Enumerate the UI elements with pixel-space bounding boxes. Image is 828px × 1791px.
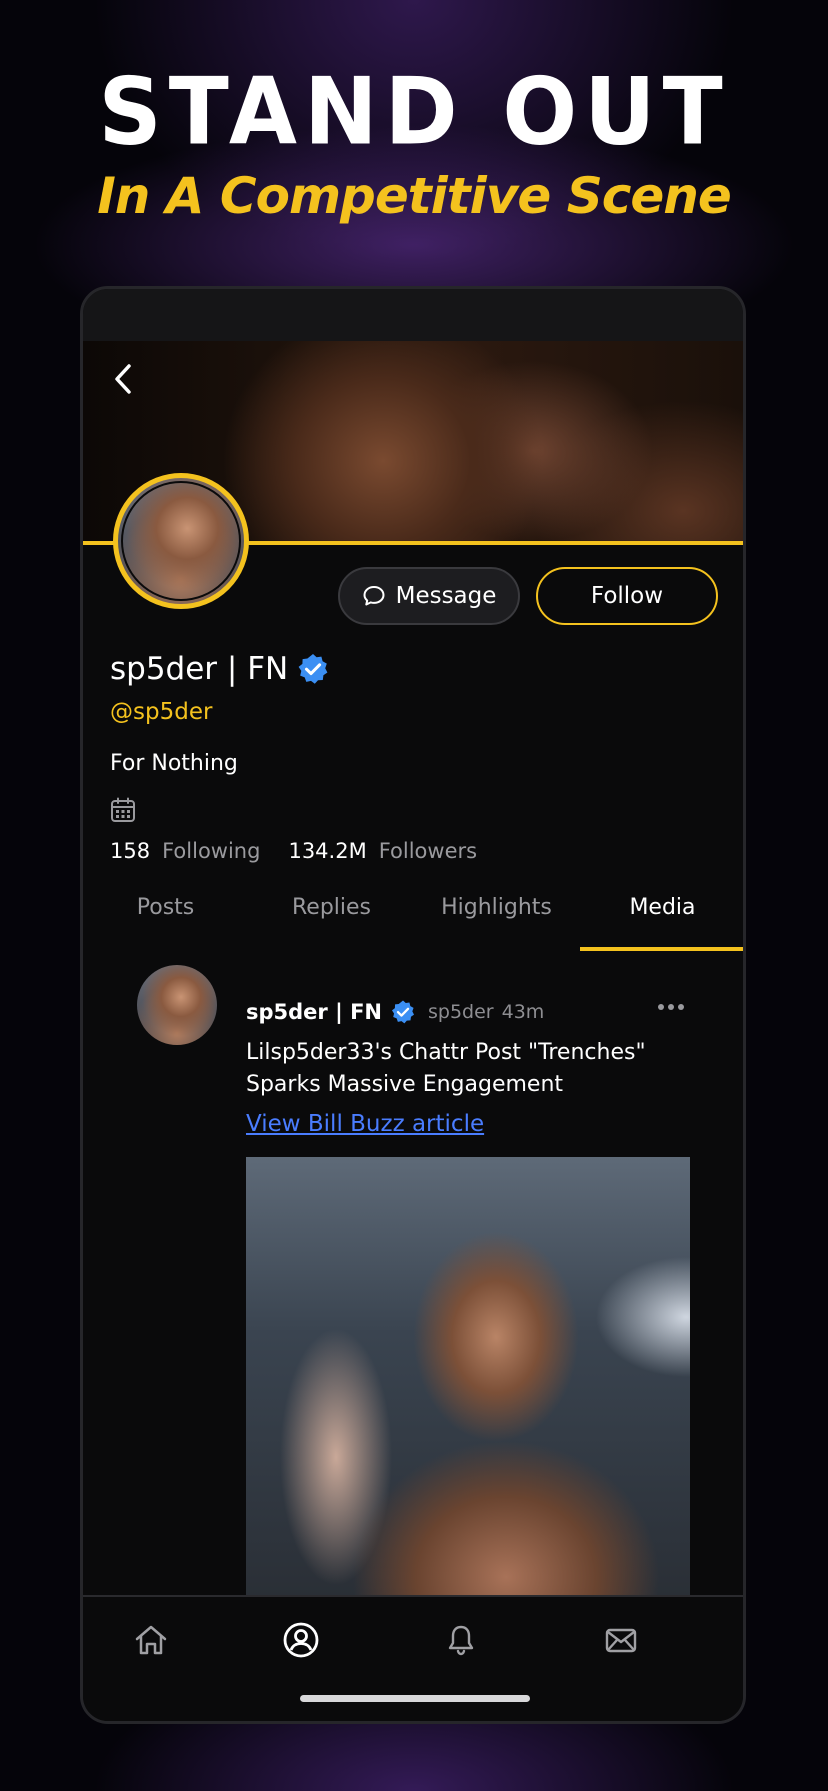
promo-subheadline: In A Competitive Scene — [97, 167, 732, 225]
nav-profile[interactable] — [276, 1615, 326, 1665]
message-button-label: Message — [395, 583, 497, 609]
profile-avatar[interactable] — [113, 473, 249, 609]
verified-badge-icon — [391, 1000, 415, 1024]
following-label: Following — [162, 839, 261, 863]
profile-bio: For Nothing — [110, 751, 238, 776]
post-author-avatar[interactable] — [137, 965, 217, 1045]
profile-display-name: sp5der | FN — [110, 651, 289, 687]
following-stat[interactable]: 158 Following — [110, 839, 260, 863]
tab-posts[interactable]: Posts — [83, 887, 248, 937]
active-tab-indicator — [580, 947, 743, 951]
nav-messages[interactable] — [596, 1615, 646, 1665]
tab-highlights[interactable]: Highlights — [414, 887, 579, 937]
post-text: Lilsp5der33's Chattr Post "Trenches" Spa… — [246, 1040, 646, 1097]
mail-icon — [605, 1628, 637, 1653]
bell-icon — [448, 1625, 474, 1656]
profile-icon — [283, 1622, 319, 1658]
followers-stat[interactable]: 134.2M Followers — [288, 839, 477, 863]
post-timestamp: 43m — [501, 1001, 545, 1023]
profile-handle: @sp5der — [110, 699, 213, 725]
chat-bubble-icon — [363, 586, 385, 606]
calendar-icon — [111, 797, 135, 822]
promo-headline: STAND OUT — [98, 57, 730, 166]
followers-count: 134.2M — [288, 839, 367, 863]
home-indicator[interactable] — [300, 1695, 530, 1702]
post-header: sp5der | FN sp5der 43m — [246, 999, 544, 1025]
nav-notifications[interactable] — [436, 1615, 486, 1665]
tab-media[interactable]: Media — [580, 887, 743, 937]
followers-label: Followers — [378, 839, 478, 863]
following-count: 158 — [110, 839, 151, 863]
tab-replies[interactable]: Replies — [249, 887, 414, 937]
message-button[interactable]: Message — [338, 567, 520, 625]
nav-home[interactable] — [126, 1615, 176, 1665]
profile-tabs: Posts Replies Highlights Media — [83, 869, 743, 951]
post-media-image[interactable] — [246, 1157, 690, 1597]
chevron-left-icon — [115, 364, 131, 394]
more-options-icon[interactable] — [651, 995, 691, 1019]
verified-badge-icon — [298, 654, 328, 684]
phone-frame: Message Follow sp5der | FN @sp5der For N… — [80, 286, 746, 1724]
post-author-handle: sp5der — [428, 1001, 494, 1023]
post-article-link[interactable]: View Bill Buzz article — [246, 1111, 484, 1137]
home-icon — [135, 1625, 167, 1655]
status-bar — [83, 289, 743, 341]
follow-button-label: Follow — [590, 583, 664, 609]
profile-display-name-row: sp5der | FN — [110, 651, 330, 687]
profile-stats: 158 Following 134.2M Followers — [110, 839, 477, 863]
post-author-name[interactable]: sp5der | FN — [246, 1000, 382, 1024]
follow-button[interactable]: Follow — [536, 567, 718, 625]
back-button[interactable] — [103, 359, 143, 399]
bottom-navigation — [83, 1595, 743, 1721]
